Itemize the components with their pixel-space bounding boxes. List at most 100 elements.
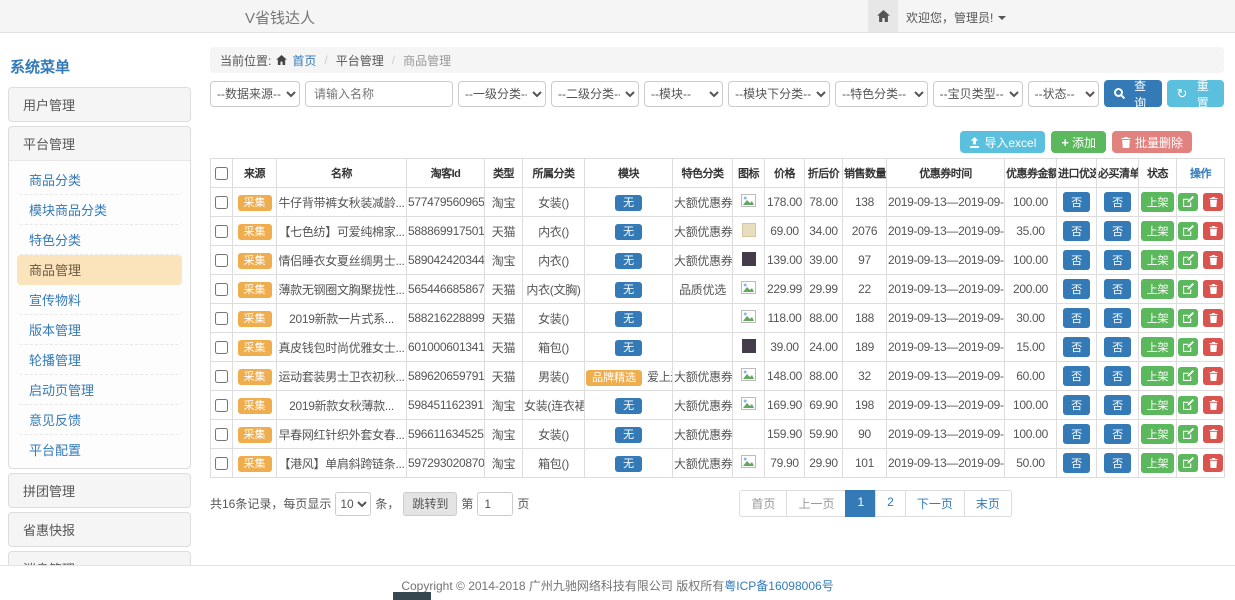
sidebar-item-feature-category[interactable]: 特色分类: [17, 225, 182, 255]
sidebar-item-product-management[interactable]: 商品管理: [17, 255, 182, 285]
delete-button[interactable]: [1203, 222, 1223, 240]
sidebar-item-product-category[interactable]: 商品分类: [17, 165, 182, 195]
must-buy-toggle[interactable]: 否: [1104, 250, 1131, 270]
row-checkbox[interactable]: [215, 399, 228, 412]
row-checkbox[interactable]: [215, 196, 228, 209]
edit-button[interactable]: [1178, 396, 1198, 414]
edit-button[interactable]: [1178, 454, 1198, 472]
row-checkbox[interactable]: [215, 254, 228, 267]
sidebar-item-savings-express[interactable]: 省惠快报: [8, 512, 191, 547]
delete-button[interactable]: [1203, 425, 1223, 443]
pager-page-1[interactable]: 1: [845, 490, 876, 517]
import-select-toggle[interactable]: 否: [1063, 308, 1090, 328]
sidebar-item-group-buy[interactable]: 拼团管理: [8, 473, 191, 508]
select-all-checkbox[interactable]: [215, 167, 228, 180]
sidebar-item-feedback[interactable]: 意见反馈: [17, 405, 182, 435]
must-buy-toggle[interactable]: 否: [1104, 424, 1131, 444]
delete-button[interactable]: [1203, 280, 1223, 298]
pager-first[interactable]: 首页: [739, 490, 787, 517]
row-checkbox[interactable]: [215, 283, 228, 296]
sidebar-item-user-management[interactable]: 用户管理: [8, 87, 191, 122]
delete-button[interactable]: [1203, 367, 1223, 385]
must-buy-toggle[interactable]: 否: [1104, 279, 1131, 299]
home-button[interactable]: [868, 0, 898, 32]
status-button[interactable]: 上架: [1141, 308, 1174, 328]
pager-page-2[interactable]: 2: [875, 490, 906, 517]
status-button[interactable]: 上架: [1141, 221, 1174, 241]
import-select-toggle[interactable]: 否: [1063, 221, 1090, 241]
status-button[interactable]: 上架: [1141, 424, 1174, 444]
batch-delete-button[interactable]: 批量删除: [1112, 131, 1192, 153]
filter-select-module-subcategory[interactable]: --模块下分类--: [728, 81, 830, 107]
must-buy-toggle[interactable]: 否: [1104, 395, 1131, 415]
import-select-toggle[interactable]: 否: [1063, 366, 1090, 386]
status-button[interactable]: 上架: [1141, 453, 1174, 473]
pager-next[interactable]: 下一页: [905, 490, 965, 517]
must-buy-toggle[interactable]: 否: [1104, 453, 1131, 473]
sidebar-item-platform-management[interactable]: 平台管理: [9, 127, 190, 160]
delete-button[interactable]: [1203, 338, 1223, 356]
status-button[interactable]: 上架: [1141, 192, 1174, 212]
import-excel-button[interactable]: 导入excel: [960, 131, 1045, 153]
sidebar-item-platform-config[interactable]: 平台配置: [17, 435, 182, 464]
jump-button[interactable]: 跳转到: [403, 492, 457, 516]
icp-link[interactable]: 粤ICP备16098006号: [724, 579, 833, 593]
delete-button[interactable]: [1203, 309, 1223, 327]
edit-button[interactable]: [1178, 338, 1198, 356]
row-checkbox[interactable]: [215, 428, 228, 441]
row-checkbox[interactable]: [215, 457, 228, 470]
status-button[interactable]: 上架: [1141, 279, 1174, 299]
row-checkbox[interactable]: [215, 341, 228, 354]
must-buy-toggle[interactable]: 否: [1104, 366, 1131, 386]
import-select-toggle[interactable]: 否: [1063, 337, 1090, 357]
delete-button[interactable]: [1203, 454, 1223, 472]
must-buy-toggle[interactable]: 否: [1104, 308, 1131, 328]
filter-select-item-type[interactable]: --宝贝类型--: [933, 81, 1023, 107]
filter-select-feature-category[interactable]: --特色分类--: [835, 81, 928, 107]
add-button[interactable]: + 添加: [1051, 131, 1106, 153]
edit-button[interactable]: [1178, 193, 1198, 211]
user-menu[interactable]: 欢迎您，管理员!: [906, 9, 1006, 26]
filter-select-status[interactable]: --状态--: [1028, 81, 1099, 107]
name-search-input[interactable]: [305, 81, 453, 107]
sidebar-item-version-management[interactable]: 版本管理: [17, 315, 182, 345]
pager-prev[interactable]: 上一页: [786, 490, 846, 517]
status-button[interactable]: 上架: [1141, 366, 1174, 386]
pager-last[interactable]: 末页: [964, 490, 1012, 517]
sidebar-item-carousel-management[interactable]: 轮播管理: [17, 345, 182, 375]
edit-button[interactable]: [1178, 222, 1198, 240]
page-number-input[interactable]: [477, 492, 513, 516]
must-buy-toggle[interactable]: 否: [1104, 337, 1131, 357]
row-checkbox[interactable]: [215, 225, 228, 238]
import-select-toggle[interactable]: 否: [1063, 192, 1090, 212]
reset-button[interactable]: ↻ 重置: [1167, 80, 1224, 107]
must-buy-toggle[interactable]: 否: [1104, 221, 1131, 241]
status-button[interactable]: 上架: [1141, 395, 1174, 415]
breadcrumb-home-link[interactable]: 首页: [292, 52, 316, 69]
delete-button[interactable]: [1203, 396, 1223, 414]
import-select-toggle[interactable]: 否: [1063, 395, 1090, 415]
edit-button[interactable]: [1178, 251, 1198, 269]
edit-button[interactable]: [1178, 425, 1198, 443]
filter-select-level2-category[interactable]: --二级分类--: [551, 81, 639, 107]
sidebar-item-splash-management[interactable]: 启动页管理: [17, 375, 182, 405]
import-select-toggle[interactable]: 否: [1063, 279, 1090, 299]
sidebar-item-message-management[interactable]: 消息管理: [8, 551, 191, 565]
delete-button[interactable]: [1203, 251, 1223, 269]
edit-button[interactable]: [1178, 309, 1198, 327]
filter-select-module[interactable]: --模块--: [644, 81, 723, 107]
delete-button[interactable]: [1203, 193, 1223, 211]
edit-button[interactable]: [1178, 280, 1198, 298]
status-button[interactable]: 上架: [1141, 337, 1174, 357]
import-select-toggle[interactable]: 否: [1063, 453, 1090, 473]
sidebar-item-promo-material[interactable]: 宣传物料: [17, 285, 182, 315]
filter-select-data-source[interactable]: --数据来源--: [210, 81, 300, 107]
import-select-toggle[interactable]: 否: [1063, 250, 1090, 270]
import-select-toggle[interactable]: 否: [1063, 424, 1090, 444]
sidebar-item-module-product-category[interactable]: 模块商品分类: [17, 195, 182, 225]
must-buy-toggle[interactable]: 否: [1104, 192, 1131, 212]
row-checkbox[interactable]: [215, 312, 228, 325]
search-button[interactable]: 查询: [1104, 80, 1162, 107]
edit-button[interactable]: [1178, 367, 1198, 385]
row-checkbox[interactable]: [215, 370, 228, 383]
